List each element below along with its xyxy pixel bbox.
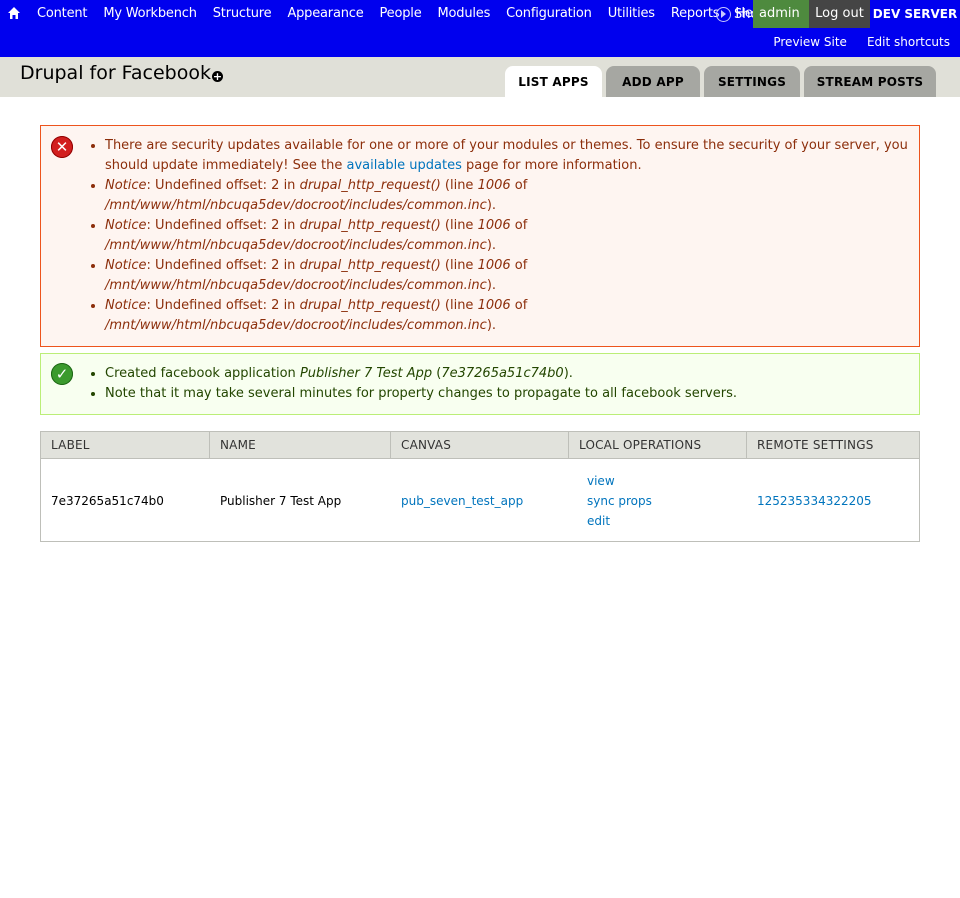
notice-end: ). [486,198,497,213]
primary-tabs: LIST APPS ADD APP SETTINGS STREAM POSTS [505,66,940,97]
cell-remote-settings: 125235334322205 [747,460,919,541]
remote-settings-link[interactable]: 125235334322205 [757,494,872,508]
cell-canvas: pub_seven_test_app [391,460,569,541]
notice-line-number: 1006 [477,218,511,233]
menu-people[interactable]: People [372,0,430,28]
notice-text: : Undefined offset: 2 in [146,258,300,273]
sync-props-link[interactable]: sync props [587,491,652,511]
notice-message: Notice: Undefined offset: 2 in drupal_ht… [105,296,919,336]
security-update-message: There are security updates available for… [105,136,919,176]
notice-line-prefix: (line [440,218,478,233]
canvas-link[interactable]: pub_seven_test_app [401,494,523,508]
home-icon[interactable] [7,6,21,20]
apps-table: LABEL NAME CANVAS LOCAL OPERATIONS REMOT… [40,431,920,542]
menu-configuration[interactable]: Configuration [498,0,600,28]
error-icon: ✕ [51,136,73,158]
notice-path: /mnt/www/html/nbcuqa5dev/docroot/include… [105,278,487,293]
tab-stream-posts[interactable]: STREAM POSTS [804,66,936,97]
circle-arrow-icon[interactable] [716,6,731,22]
environment-label: DEV SERVER [872,7,958,21]
logout-button[interactable]: Log out [809,0,870,28]
admin-toolbar: Content My Workbench Structure Appearanc… [0,0,960,57]
notice-path: /mnt/www/html/nbcuqa5dev/docroot/include… [105,198,487,213]
notice-text: : Undefined offset: 2 in [146,218,300,233]
available-updates-link[interactable]: available updates [347,158,462,173]
notice-function: drupal_http_request() [299,258,441,273]
notice-label: Notice [105,218,147,233]
tab-list-apps[interactable]: LIST APPS [505,66,602,97]
column-header-local-operations[interactable]: LOCAL OPERATIONS [569,432,747,459]
notice-line-number: 1006 [477,178,511,193]
edit-link[interactable]: edit [587,511,610,531]
notice-end: ). [486,278,497,293]
menu-my-workbench[interactable]: My Workbench [95,0,204,28]
tab-add-app[interactable]: ADD APP [606,66,700,97]
paren-open: ( [432,366,442,381]
notice-line-number: 1006 [477,258,511,273]
check-icon: ✓ [51,363,73,385]
notice-label: Notice [105,298,147,313]
notice-line-prefix: (line [440,178,478,193]
created-app-id: 7e37265a51c74b0 [441,366,564,381]
notice-message: Notice: Undefined offset: 2 in drupal_ht… [105,256,919,296]
add-shortcut-icon[interactable]: + [212,71,223,82]
menu-content[interactable]: Content [29,0,95,28]
cell-name: Publisher 7 Test App [220,493,342,508]
notice-end: ). [486,238,497,253]
notice-label: Notice [105,178,147,193]
created-app-message: Created facebook application Publisher 7… [105,364,737,384]
menu-appearance[interactable]: Appearance [279,0,371,28]
page-title: Drupal for Facebook [20,62,211,84]
error-messages: ✕ There are security updates available f… [40,125,920,347]
notice-line-prefix: (line [440,298,478,313]
notice-end: ). [486,318,497,333]
notice-text: : Undefined offset: 2 in [146,178,300,193]
notice-path: /mnt/www/html/nbcuqa5dev/docroot/include… [105,318,487,333]
toolbar-menu: Content My Workbench Structure Appearanc… [29,0,772,28]
menu-utilities[interactable]: Utilities [600,0,663,28]
notice-line-number: 1006 [477,298,511,313]
notice-line-prefix: (line [440,258,478,273]
notice-function: drupal_http_request() [299,298,441,313]
status-list: Created facebook application Publisher 7… [88,364,737,404]
propagation-note: Note that it may take several minutes fo… [105,384,737,404]
paren-close: ). [563,366,573,381]
tab-settings[interactable]: SETTINGS [704,66,800,97]
notice-of: of [510,178,528,193]
menu-structure[interactable]: Structure [205,0,280,28]
notice-function: drupal_http_request() [299,178,441,193]
notice-label: Notice [105,258,147,273]
column-header-label[interactable]: LABEL [41,432,210,459]
error-list: There are security updates available for… [88,136,919,336]
shortcut-preview-site[interactable]: Preview Site [773,28,847,56]
notice-path: /mnt/www/html/nbcuqa5dev/docroot/include… [105,238,487,253]
view-link[interactable]: view [587,471,615,491]
page-header: Drupal for Facebook + LIST APPS ADD APP … [0,57,960,97]
table-header: LABEL NAME CANVAS LOCAL OPERATIONS REMOT… [41,432,919,459]
cell-local-operations: view sync props edit [569,460,747,541]
shortcuts-bar: Preview Site Edit shortcuts [753,28,950,56]
notice-function: drupal_http_request() [299,218,441,233]
column-header-canvas[interactable]: CANVAS [391,432,569,459]
notice-of: of [510,218,528,233]
toolbar-menu-row: Content My Workbench Structure Appearanc… [0,0,960,28]
created-prefix: Created facebook application [105,366,300,381]
security-text-end: page for more information. [461,158,642,173]
notice-message: Notice: Undefined offset: 2 in drupal_ht… [105,216,919,256]
notice-text: : Undefined offset: 2 in [146,298,300,313]
notice-of: of [510,298,528,313]
notice-of: of [510,258,528,273]
menu-modules[interactable]: Modules [430,0,499,28]
column-header-name[interactable]: NAME [210,432,391,459]
shortcut-edit-shortcuts[interactable]: Edit shortcuts [867,28,950,56]
status-messages: ✓ Created facebook application Publisher… [40,353,920,415]
cell-label: 7e37265a51c74b0 [51,493,164,508]
created-app-name: Publisher 7 Test App [299,366,433,381]
user-account-link[interactable]: admin [753,0,809,28]
column-header-remote-settings[interactable]: REMOTE SETTINGS [747,432,919,459]
table-row: 7e37265a51c74b0 Publisher 7 Test App pub… [41,460,919,541]
notice-message: Notice: Undefined offset: 2 in drupal_ht… [105,176,919,216]
